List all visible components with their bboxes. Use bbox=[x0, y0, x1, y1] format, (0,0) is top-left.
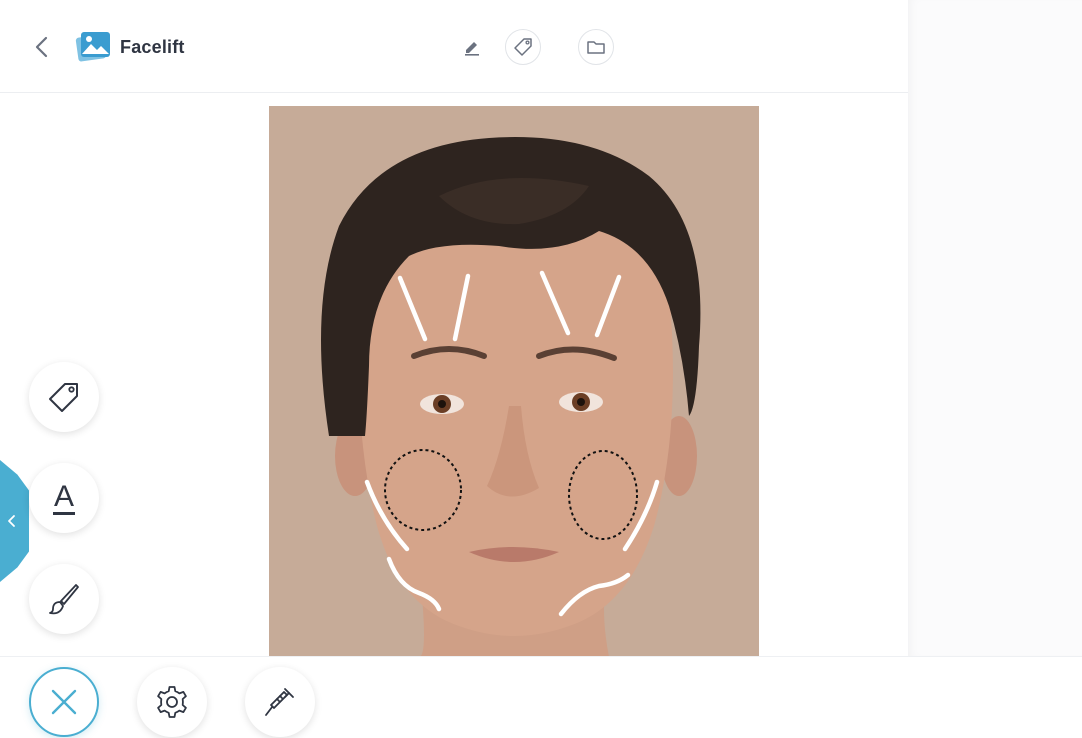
close-button[interactable] bbox=[29, 667, 99, 737]
brush-tool-button[interactable] bbox=[29, 564, 99, 634]
text-tool-button[interactable]: A bbox=[29, 463, 99, 533]
page-title: Facelift bbox=[120, 37, 185, 57]
close-icon bbox=[51, 689, 77, 715]
edit-title-button[interactable] bbox=[462, 37, 482, 57]
back-button[interactable] bbox=[30, 33, 54, 61]
chevron-left-icon bbox=[35, 36, 48, 58]
annotated-face-photo[interactable] bbox=[269, 106, 759, 657]
header: Facelift bbox=[0, 0, 908, 93]
pencil-icon bbox=[465, 42, 479, 56]
right-panel bbox=[908, 0, 1082, 656]
header-tag-button[interactable] bbox=[505, 29, 541, 65]
settings-button[interactable] bbox=[137, 667, 207, 737]
image-icon bbox=[75, 30, 111, 64]
chevron-left-icon bbox=[7, 515, 15, 527]
text-icon: A bbox=[52, 479, 75, 515]
tag-icon bbox=[514, 38, 532, 56]
tag-icon bbox=[49, 383, 78, 412]
gear-icon bbox=[157, 686, 187, 718]
tag-tool-button[interactable] bbox=[29, 362, 99, 432]
collapse-panel-tab[interactable] bbox=[0, 460, 29, 582]
injection-button[interactable] bbox=[245, 667, 315, 737]
header-folder-button[interactable] bbox=[578, 29, 614, 65]
brush-icon bbox=[49, 584, 79, 615]
folder-icon bbox=[587, 41, 605, 54]
syringe-icon bbox=[265, 688, 294, 716]
